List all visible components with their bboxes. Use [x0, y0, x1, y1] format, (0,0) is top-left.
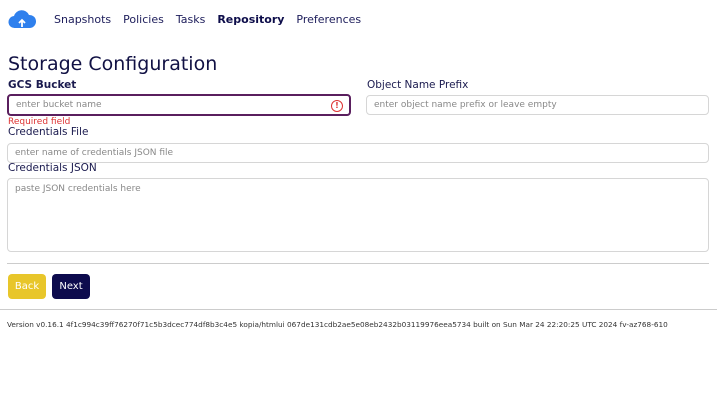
nav-tasks[interactable]: Tasks	[176, 13, 205, 26]
nav-policies[interactable]: Policies	[123, 13, 164, 26]
bucket-input[interactable]: enter bucket name !	[7, 94, 351, 116]
bucket-placeholder: enter bucket name	[16, 100, 102, 110]
divider	[7, 263, 709, 264]
nav-snapshots[interactable]: Snapshots	[54, 13, 111, 26]
next-button[interactable]: Next	[52, 274, 90, 299]
credfile-placeholder: enter name of credentials JSON file	[15, 148, 174, 158]
nav-preferences[interactable]: Preferences	[296, 13, 361, 26]
kopia-logo-icon[interactable]	[8, 8, 36, 30]
credjson-label: Credentials JSON	[8, 162, 97, 174]
credjson-textarea[interactable]: paste JSON credentials here	[7, 178, 709, 252]
page-title: Storage Configuration	[8, 53, 218, 75]
footer-divider	[0, 309, 717, 310]
top-nav: Snapshots Policies Tasks Repository Pref…	[8, 8, 373, 30]
bucket-label: GCS Bucket	[8, 79, 77, 91]
back-button[interactable]: Back	[8, 274, 46, 299]
prefix-label: Object Name Prefix	[367, 79, 469, 91]
credfile-label: Credentials File	[8, 126, 89, 138]
version-info: Version v0.16.1 4f1c994c39ff76270f71c5b3…	[7, 320, 668, 329]
error-icon: !	[331, 100, 343, 112]
nav-repository[interactable]: Repository	[217, 13, 284, 26]
prefix-placeholder: enter object name prefix or leave empty	[374, 100, 557, 110]
prefix-input[interactable]: enter object name prefix or leave empty	[366, 95, 709, 115]
credfile-input[interactable]: enter name of credentials JSON file	[7, 143, 709, 163]
credjson-placeholder: paste JSON credentials here	[15, 184, 141, 194]
